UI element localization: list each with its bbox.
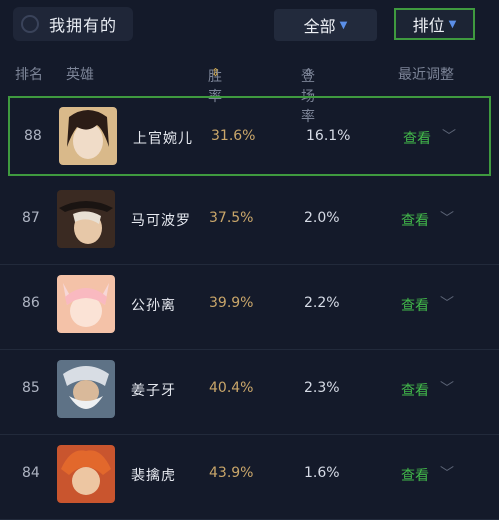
view-link[interactable]: 查看 xyxy=(401,465,429,485)
filter-rank-dropdown[interactable]: 排位 ▼ xyxy=(394,8,475,40)
hero-name: 上官婉儿 xyxy=(133,131,193,147)
pickrate-value: 16.1% xyxy=(306,128,351,144)
caret-down-icon: ▼ xyxy=(339,19,348,31)
rank-value: 86 xyxy=(22,295,40,311)
owned-filter-label: 我拥有的 xyxy=(49,16,118,35)
chevron-down-icon[interactable]: ﹀ xyxy=(440,463,454,483)
top-bar: 我拥有的 全部 ▼ 排位 ▼ xyxy=(0,0,499,50)
table-row[interactable]: 86 公孙离 39.9% 2.2% 查看 ﹀ xyxy=(0,265,499,350)
filter-rank-label: 排位 xyxy=(412,16,445,35)
chevron-down-icon[interactable]: ﹀ xyxy=(440,208,454,228)
table-row[interactable]: 87 马可波罗 37.5% 2.0% 查看 ﹀ xyxy=(0,180,499,265)
chevron-down-icon[interactable]: ﹀ xyxy=(442,126,456,146)
winrate-value: 39.9% xyxy=(209,295,254,311)
rank-value: 84 xyxy=(22,465,40,481)
table-row[interactable]: 88 上官婉儿 31.6% 16.1% 查看 ﹀ xyxy=(8,96,491,176)
filter-all-label: 全部 xyxy=(303,17,336,36)
rank-value: 88 xyxy=(24,128,42,144)
pickrate-value: 2.3% xyxy=(304,380,340,396)
table-row[interactable]: 84 裴擒虎 43.9% 1.6% 查看 ﹀ xyxy=(0,435,499,520)
hero-name: 马可波罗 xyxy=(131,213,191,229)
hero-name: 裴擒虎 xyxy=(131,468,176,484)
view-link[interactable]: 查看 xyxy=(401,210,429,230)
chevron-down-icon[interactable]: ﹀ xyxy=(440,378,454,398)
column-header-hero: 英雄 xyxy=(66,67,94,83)
sort-icon: ⇕ xyxy=(211,66,221,79)
hero-name: 姜子牙 xyxy=(131,383,176,399)
hero-name: 公孙离 xyxy=(131,298,176,314)
hero-avatar xyxy=(59,107,117,165)
caret-down-icon: ▼ xyxy=(448,18,457,30)
chevron-down-icon[interactable]: ﹀ xyxy=(440,293,454,313)
rank-value: 87 xyxy=(22,210,40,226)
column-header-rank: 排名 xyxy=(15,67,43,83)
owned-filter-toggle[interactable]: 我拥有的 xyxy=(13,7,133,41)
table-row[interactable]: 85 姜子牙 40.4% 2.3% 查看 ﹀ xyxy=(0,350,499,435)
winrate-value: 43.9% xyxy=(209,465,254,481)
hero-avatar xyxy=(57,360,115,418)
pickrate-value: 2.0% xyxy=(304,210,340,226)
winrate-value: 40.4% xyxy=(209,380,254,396)
rank-value: 85 xyxy=(22,380,40,396)
column-header-recent: 最近调整 xyxy=(398,67,454,83)
filter-all-dropdown[interactable]: 全部 ▼ xyxy=(274,9,377,41)
winrate-value: 37.5% xyxy=(209,210,254,226)
view-link[interactable]: 查看 xyxy=(401,380,429,400)
pickrate-value: 1.6% xyxy=(304,465,340,481)
hero-avatar xyxy=(57,275,115,333)
table-header: 排名 英雄 胜率 ⇕ 登场率 ⇕ 最近调整 xyxy=(0,62,499,125)
winrate-value: 31.6% xyxy=(211,128,256,144)
pickrate-value: 2.2% xyxy=(304,295,340,311)
hero-avatar xyxy=(57,190,115,248)
radio-icon xyxy=(21,15,39,33)
view-link[interactable]: 查看 xyxy=(403,128,431,148)
view-link[interactable]: 查看 xyxy=(401,295,429,315)
sort-icon: ⇕ xyxy=(304,66,314,79)
hero-avatar xyxy=(57,445,115,503)
